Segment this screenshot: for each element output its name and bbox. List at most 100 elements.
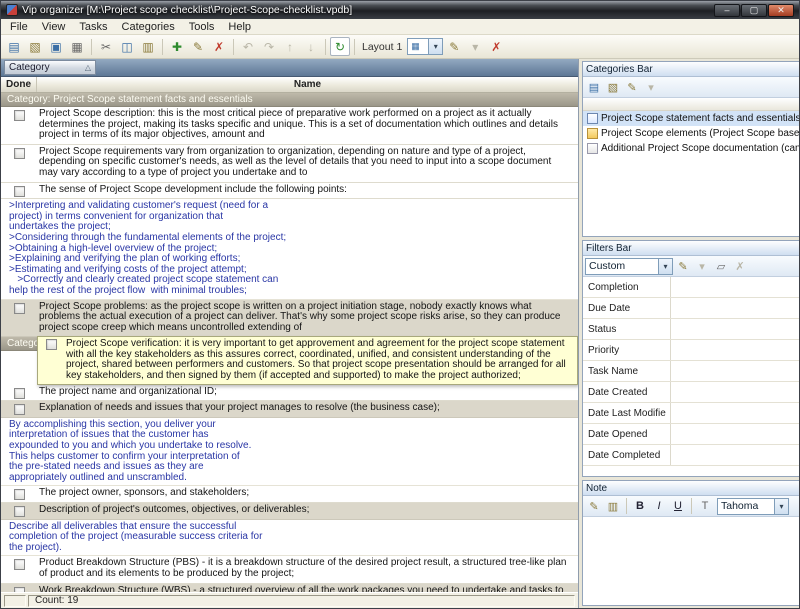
- copy-icon[interactable]: ◫: [117, 37, 137, 56]
- font-family-combo[interactable]: Tahoma ▾: [717, 498, 789, 515]
- edit-category-icon[interactable]: ✎: [623, 79, 641, 96]
- task-checkbox[interactable]: [14, 388, 25, 399]
- task-row[interactable]: Project Scope problems: as the project s…: [1, 300, 578, 338]
- italic-icon[interactable]: I: [650, 498, 668, 515]
- menu-item[interactable]: Tasks: [72, 20, 114, 34]
- edit-note-icon[interactable]: ✎: [585, 498, 603, 515]
- close-button[interactable]: ✕: [768, 4, 794, 17]
- maximize-button[interactable]: ▢: [741, 4, 767, 17]
- selected-task-overlay[interactable]: Project Scope verification: it is very i…: [37, 336, 578, 384]
- category-row[interactable]: Category: Project Scope statement facts …: [1, 93, 578, 107]
- category-tree-item[interactable]: Additional Project Scope documentation (…: [583, 141, 800, 156]
- filter-field-label: Status: [583, 319, 671, 339]
- menu-item[interactable]: Tools: [182, 20, 222, 34]
- task-text: Product Breakdown Structure (PBS) - it i…: [37, 556, 578, 582]
- title-bar: Vip organizer [M:\Project scope checklis…: [1, 1, 799, 19]
- move-up-icon[interactable]: ↑: [280, 37, 300, 56]
- categories-bar-panel: Categories Bar ▫ ↧ × ▤ ▧ ✎: [582, 61, 800, 237]
- erase-filter-icon[interactable]: ▱: [712, 258, 730, 275]
- category-tree-item[interactable]: Project Scope statement facts and essent…: [583, 111, 800, 126]
- delete-layout-icon[interactable]: ✗: [486, 37, 506, 56]
- open-category-icon[interactable]: ▧: [604, 79, 622, 96]
- task-checkbox[interactable]: [14, 506, 25, 517]
- undo-icon[interactable]: ↶: [238, 37, 258, 56]
- layout-dropdown-icon[interactable]: ▾: [465, 37, 485, 56]
- move-down-icon[interactable]: ↓: [301, 37, 321, 56]
- filter-value-cell[interactable]: [671, 298, 800, 318]
- bold-icon[interactable]: B: [631, 498, 649, 515]
- task-checkbox[interactable]: [46, 339, 57, 350]
- filter-value-cell[interactable]: [671, 403, 800, 423]
- font-icon[interactable]: T: [696, 498, 714, 515]
- task-checkbox[interactable]: [14, 110, 25, 121]
- task-row[interactable]: Product Breakdown Structure (PBS) - it i…: [1, 556, 578, 583]
- window-title: Vip organizer [M:\Project scope checklis…: [22, 4, 710, 16]
- refresh-icon[interactable]: ↻: [330, 37, 350, 56]
- done-cell: [1, 503, 37, 519]
- filter-value-cell[interactable]: [671, 319, 800, 339]
- save-icon[interactable]: ▣: [46, 37, 66, 56]
- filter-value-cell[interactable]: [671, 361, 800, 381]
- delete-task-icon[interactable]: ✗: [209, 37, 229, 56]
- filter-value-cell[interactable]: [671, 277, 800, 297]
- task-row[interactable]: The project name and organizational ID;: [1, 385, 578, 402]
- filter-value-cell[interactable]: [671, 424, 800, 444]
- paste-note-icon[interactable]: ▥: [604, 498, 622, 515]
- task-row[interactable]: Project Scope description: this is the m…: [1, 107, 578, 145]
- column-header-name[interactable]: Name: [37, 77, 578, 92]
- task-checkbox[interactable]: [14, 148, 25, 159]
- cut-icon[interactable]: ✂: [96, 37, 116, 56]
- task-row[interactable]: Work Breakdown Structure (WBS) - a struc…: [1, 584, 578, 592]
- chevron-down-icon[interactable]: ▾: [774, 499, 788, 514]
- filters-bar-panel: Filters Bar ▫ ↧ × Custom ▾ ✎: [582, 240, 800, 477]
- task-text: Project Scope verification: it is very i…: [64, 337, 577, 383]
- menu-item[interactable]: Help: [221, 20, 258, 34]
- paste-icon[interactable]: ▥: [138, 37, 158, 56]
- note-panel-header: Note ▫ ↧ ×: [583, 481, 800, 496]
- task-checkbox[interactable]: [14, 489, 25, 500]
- column-header-done[interactable]: Done: [1, 77, 37, 92]
- task-row[interactable]: Description of project's outcomes, objec…: [1, 503, 578, 520]
- filter-row: Date Opened ▾: [583, 424, 800, 445]
- new-category-icon[interactable]: ▤: [585, 79, 603, 96]
- task-row[interactable]: Project Scope requirements vary from org…: [1, 145, 578, 183]
- task-row[interactable]: The project owner, sponsors, and stakeho…: [1, 486, 578, 503]
- chevron-down-icon[interactable]: ▾: [428, 39, 442, 54]
- filter-value-cell[interactable]: [671, 382, 800, 402]
- layout-selector-combo[interactable]: ▦ ▾: [407, 38, 443, 55]
- task-checkbox[interactable]: [14, 404, 25, 415]
- filter-value-cell[interactable]: [671, 340, 800, 360]
- group-by-category-button[interactable]: Category △: [4, 60, 96, 75]
- more-options-icon[interactable]: ▾: [642, 79, 660, 96]
- minimize-button[interactable]: –: [714, 4, 740, 17]
- task-row[interactable]: The sense of Project Scope development i…: [1, 183, 578, 200]
- task-text: Project Scope problems: as the project s…: [37, 300, 578, 337]
- categories-grid-header: /... /...: [583, 98, 800, 111]
- toolbar-separator: [626, 498, 627, 514]
- task-checkbox[interactable]: [14, 186, 25, 197]
- menu-item[interactable]: Categories: [115, 20, 182, 34]
- clear-filter-icon[interactable]: ✗: [731, 258, 749, 275]
- filter-preset-combo[interactable]: Custom ▾: [585, 258, 673, 275]
- add-task-icon[interactable]: ✚: [167, 37, 187, 56]
- filter-row: Task Name ▾: [583, 361, 800, 382]
- filter-value-cell[interactable]: [671, 445, 800, 465]
- window-controls: – ▢ ✕: [714, 4, 794, 17]
- category-tree-item[interactable]: Project Scope elements (Project Scope ba…: [583, 126, 800, 141]
- filter-dropdown-icon[interactable]: ▾: [693, 258, 711, 275]
- menu-item[interactable]: View: [35, 20, 73, 34]
- redo-icon[interactable]: ↷: [259, 37, 279, 56]
- print-icon[interactable]: ▦: [67, 37, 87, 56]
- note-editor-area[interactable]: [583, 517, 800, 605]
- edit-filter-icon[interactable]: ✎: [674, 258, 692, 275]
- edit-layout-icon[interactable]: ✎: [444, 37, 464, 56]
- edit-task-icon[interactable]: ✎: [188, 37, 208, 56]
- task-checkbox[interactable]: [14, 303, 25, 314]
- open-database-icon[interactable]: ▧: [25, 37, 45, 56]
- chevron-down-icon[interactable]: ▾: [658, 259, 672, 274]
- underline-icon[interactable]: U: [669, 498, 687, 515]
- task-row[interactable]: Explanation of needs and issues that you…: [1, 401, 578, 418]
- task-checkbox[interactable]: [14, 559, 25, 570]
- new-database-icon[interactable]: ▤: [4, 37, 24, 56]
- menu-item[interactable]: File: [3, 20, 35, 34]
